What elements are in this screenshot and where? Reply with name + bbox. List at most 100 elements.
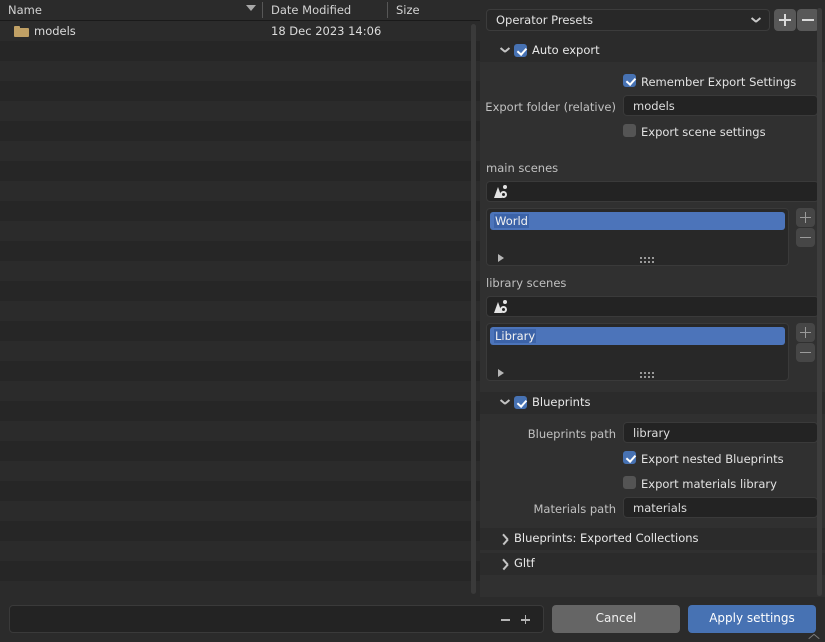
apply-settings-button[interactable]: Apply settings [688,605,816,633]
remove-main-scene-button[interactable] [796,228,815,247]
scene-picker-icon [494,185,509,200]
chevron-right-icon[interactable] [502,558,510,570]
materials-path-input[interactable]: materials [623,497,818,518]
table-row[interactable] [0,461,480,481]
decrement-icon[interactable] [501,619,510,621]
column-divider[interactable] [387,2,388,18]
table-row[interactable] [0,541,480,561]
export-options-pane: Operator Presets Auto export Remember Ex… [480,0,825,597]
export-folder-label: Export folder (relative) [485,100,616,114]
table-row[interactable] [0,101,480,121]
column-header-size[interactable]: Size [396,3,420,17]
operator-presets-label: Operator Presets [496,13,593,27]
cancel-button[interactable]: Cancel [552,605,680,633]
triangle-right-icon[interactable] [498,369,504,377]
table-row[interactable] [0,401,480,421]
main-scenes-label: main scenes [486,161,559,175]
main-scenes-list[interactable]: World [486,208,789,266]
table-row[interactable] [0,381,480,401]
operator-presets-dropdown[interactable]: Operator Presets [486,9,770,31]
section-header-blueprints-exported-collections[interactable]: Blueprints: Exported Collections [480,528,825,550]
table-row[interactable] [0,181,480,201]
table-row[interactable] [0,81,480,101]
table-row[interactable] [0,481,480,501]
list-item[interactable]: Library [490,327,785,345]
blueprints-checkbox[interactable] [514,396,527,409]
table-row[interactable] [0,441,480,461]
triangle-right-icon[interactable] [498,254,504,262]
operator-presets-row: Operator Presets [486,9,819,31]
remove-preset-button[interactable] [797,9,819,31]
materials-path-label: Materials path [533,502,616,516]
export-materials-library-checkbox[interactable] [623,476,636,489]
table-row[interactable] [0,581,480,597]
table-row[interactable] [0,281,480,301]
materials-path-value: materials [633,501,687,515]
export-nested-blueprints-label: Export nested Blueprints [641,452,784,466]
column-header-date-modified[interactable]: Date Modified [271,3,351,17]
file-export-dialog: Name Date Modified Size models 18 Dec 202… [0,0,825,642]
blueprints-path-label: Blueprints path [527,427,616,441]
increment-icon[interactable] [524,615,527,624]
table-row[interactable] [0,521,480,541]
sort-descending-arrow-icon[interactable] [246,5,256,11]
table-row[interactable] [0,421,480,441]
auto-export-title: Auto export [532,43,600,57]
table-row[interactable] [0,41,480,61]
remove-library-scene-button[interactable] [796,343,815,362]
auto-export-checkbox[interactable] [514,44,527,57]
grip-dots-icon[interactable] [640,257,654,263]
folder-icon [14,26,29,37]
chevron-right-icon[interactable] [502,533,510,545]
export-scene-settings-label: Export scene settings [641,125,766,139]
table-row[interactable] [0,241,480,261]
add-preset-button[interactable] [774,9,796,31]
table-row[interactable] [0,121,480,141]
list-item[interactable]: World [490,212,785,230]
table-row[interactable] [0,301,480,321]
table-row[interactable] [0,221,480,241]
column-divider[interactable] [262,2,263,18]
add-library-scene-button[interactable] [796,323,815,342]
plus-icon [804,212,807,223]
table-row[interactable] [0,321,480,341]
table-row[interactable] [0,341,480,361]
file-list[interactable]: models 18 Dec 2023 14:06 [0,21,480,597]
chevron-up-icon[interactable] [808,632,820,640]
chevron-down-icon[interactable] [500,48,509,55]
library-scenes-label: library scenes [486,276,567,290]
blueprints-exported-collections-title: Blueprints: Exported Collections [514,531,699,545]
table-row[interactable] [0,201,480,221]
section-header-auto-export[interactable]: Auto export [480,40,825,62]
filename-input[interactable] [9,605,544,633]
table-row[interactable] [0,561,480,581]
library-scenes-list[interactable]: Library [486,323,789,381]
grip-dots-icon[interactable] [640,372,654,378]
table-row[interactable] [0,261,480,281]
chevron-down-icon [752,17,760,25]
export-scene-settings-checkbox[interactable] [623,124,636,137]
file-list-scrollbar[interactable] [471,24,476,594]
column-header-name[interactable]: Name [8,3,42,17]
options-scrollbar[interactable] [817,8,822,596]
chevron-down-icon[interactable] [500,400,509,407]
export-nested-blueprints-checkbox[interactable] [623,451,636,464]
section-header-gltf[interactable]: Gltf [480,553,825,575]
gltf-title: Gltf [514,556,535,570]
table-row[interactable]: models 18 Dec 2023 14:06 [0,21,480,41]
section-header-blueprints[interactable]: Blueprints [480,392,825,414]
export-folder-input[interactable]: models [623,95,818,116]
library-scenes-search-input[interactable] [486,296,819,317]
file-name: models [34,24,76,38]
table-row[interactable] [0,501,480,521]
plus-icon [784,14,786,26]
remember-export-settings-checkbox[interactable] [623,74,636,87]
table-row[interactable] [0,361,480,381]
table-row[interactable] [0,161,480,181]
add-main-scene-button[interactable] [796,208,815,227]
library-scene-name: Library [494,329,537,343]
blueprints-path-input[interactable]: library [623,422,818,443]
table-row[interactable] [0,141,480,161]
table-row[interactable] [0,61,480,81]
main-scenes-search-input[interactable] [486,181,819,202]
